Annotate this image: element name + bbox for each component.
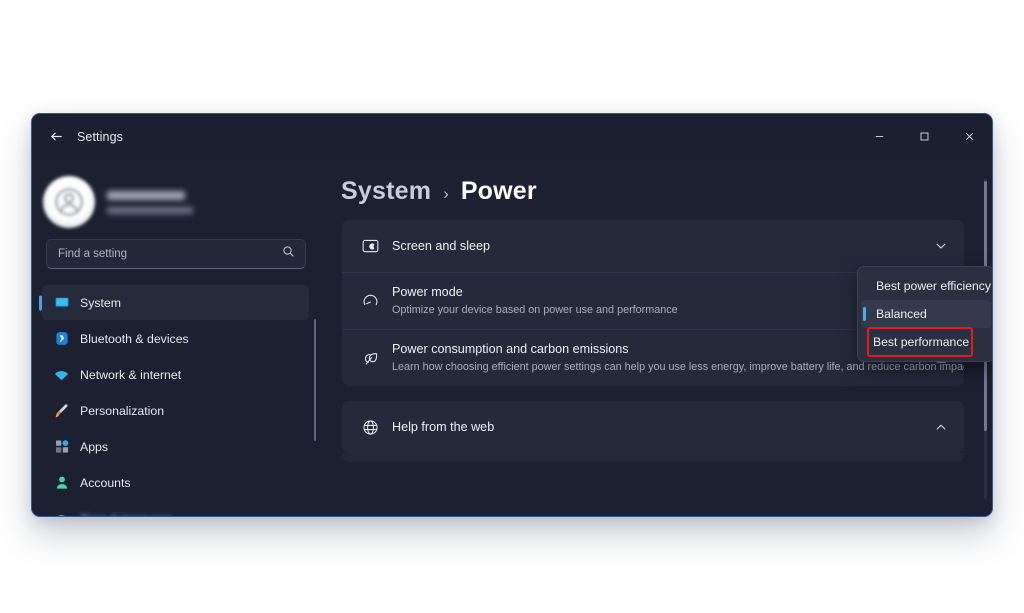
screen-sleep-icon (356, 237, 384, 256)
sidebar-item-accounts[interactable]: Accounts (42, 465, 309, 500)
close-icon[interactable] (947, 114, 992, 159)
dropdown-option-best-power-efficiency[interactable]: Best power efficiency (861, 272, 991, 300)
chevron-down-icon[interactable] (934, 239, 948, 253)
power-mode-dropdown: Best power efficiency Balanced Best perf… (857, 266, 992, 362)
chevron-up-icon[interactable] (934, 420, 948, 434)
search-placeholder: Find a setting (58, 248, 128, 260)
row-help-from-the-web[interactable]: Help from the web (342, 401, 964, 453)
sidebar-item-label: Network & internet (80, 367, 182, 382)
page-title: Power (460, 177, 537, 205)
leaf-icon (356, 349, 384, 368)
dropdown-option-label: Balanced (876, 307, 927, 321)
sidebar-item-network-internet[interactable]: Network & internet (42, 357, 309, 392)
row-title: Help from the web (392, 419, 495, 434)
sidebar-item-label: Personalization (80, 403, 165, 418)
profile-meta (107, 190, 193, 214)
sidebar-item-system[interactable]: System (42, 285, 309, 320)
breadcrumb-separator: › (443, 184, 449, 203)
sidebar-scrollbar[interactable] (314, 319, 316, 441)
wifi-icon (53, 366, 70, 383)
maximize-icon[interactable] (902, 114, 947, 159)
title-bar: Settings (32, 114, 992, 159)
sidebar-item-label: Accounts (80, 475, 131, 490)
sidebar-nav: System Bluetooth & devices Network & int… (32, 285, 322, 517)
sidebar-item-bluetooth-devices[interactable]: Bluetooth & devices (42, 321, 309, 356)
globe-icon (356, 418, 384, 437)
user-profile[interactable] (32, 159, 322, 233)
apps-icon (53, 438, 70, 455)
row-title: Power consumption and carbon emissions (392, 342, 629, 357)
bluetooth-icon (53, 330, 70, 347)
back-arrow-icon[interactable] (41, 122, 71, 152)
sidebar-item-personalization[interactable]: Personalization (42, 393, 309, 428)
account-icon (53, 474, 70, 491)
row-screen-and-sleep[interactable]: Screen and sleep (342, 220, 964, 272)
avatar (43, 176, 95, 228)
breadcrumb-root[interactable]: System (341, 177, 431, 206)
sidebar-item-label: System (80, 295, 121, 310)
minimize-icon[interactable] (857, 114, 902, 159)
breadcrumb: System › Power (322, 159, 992, 206)
search-input[interactable]: Find a setting (46, 239, 306, 269)
search-icon[interactable] (282, 245, 295, 263)
help-from-web-card: Help from the web (342, 401, 964, 453)
power-gauge-icon (356, 292, 384, 311)
settings-window: Settings Find a setting System Bluetooth… (31, 113, 993, 517)
next-card-peek (342, 453, 964, 462)
sidebar-item-label: Time & language (80, 512, 173, 517)
display-icon (53, 294, 70, 311)
dropdown-option-best-performance[interactable]: Best performance (867, 327, 973, 357)
dropdown-option-balanced[interactable]: Balanced (861, 300, 991, 328)
sidebar: Find a setting System Bluetooth & device… (32, 159, 322, 517)
row-title: Screen and sleep (392, 238, 491, 253)
dropdown-option-label: Best power efficiency (876, 279, 991, 293)
profile-email-redacted (107, 206, 193, 214)
window-title: Settings (77, 129, 123, 144)
row-body: Power consumption and carbon emissions L… (392, 341, 964, 375)
sidebar-item-label: Apps (80, 439, 109, 454)
globe-clock-icon (53, 510, 70, 516)
profile-name-redacted (107, 190, 185, 200)
window-controls (857, 114, 992, 159)
row-body: Help from the web (392, 419, 924, 436)
sidebar-item-apps[interactable]: Apps (42, 429, 309, 464)
row-body: Screen and sleep (392, 238, 924, 255)
sidebar-item-label: Bluetooth & devices (80, 331, 189, 346)
sidebar-item-time-language[interactable]: Time & language (42, 501, 309, 517)
paintbrush-icon (53, 402, 70, 419)
row-subtitle: Learn how choosing efficient power setti… (392, 361, 964, 374)
dropdown-option-label: Best performance (873, 335, 970, 349)
